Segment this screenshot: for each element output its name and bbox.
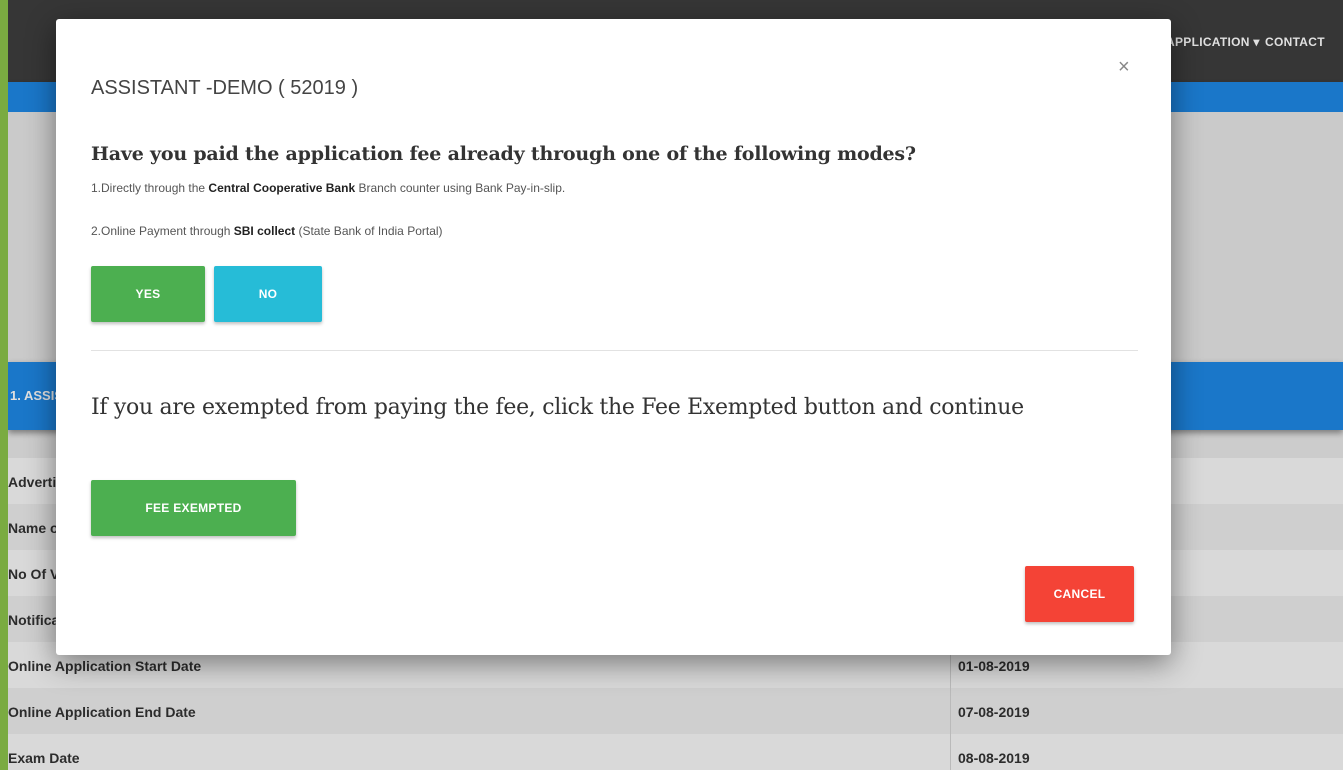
sbi-collect: SBI collect bbox=[233, 224, 296, 238]
fee-payment-modal: ASSISTANT -DEMO ( 52019 ) × Have you pai… bbox=[56, 19, 1171, 655]
fee-exempted-button[interactable]: FEE EXEMPTED bbox=[91, 480, 296, 536]
close-icon[interactable]: × bbox=[1118, 57, 1130, 77]
divider bbox=[91, 350, 1138, 351]
exempt-instruction: If you are exempted from paying the fee,… bbox=[91, 395, 1024, 420]
yes-button[interactable]: YES bbox=[91, 266, 205, 322]
payment-question: Have you paid the application fee alread… bbox=[91, 143, 916, 165]
modal-title: ASSISTANT -DEMO ( 52019 ) bbox=[91, 77, 359, 99]
payment-mode-2: 2.Online Payment through SBI collect (St… bbox=[91, 224, 443, 238]
payment-mode-1: 1.Directly through the Central Cooperati… bbox=[91, 181, 566, 195]
bank-name: Central Cooperative Bank bbox=[208, 181, 356, 195]
no-button[interactable]: NO bbox=[214, 266, 322, 322]
cancel-button[interactable]: CANCEL bbox=[1025, 566, 1134, 622]
